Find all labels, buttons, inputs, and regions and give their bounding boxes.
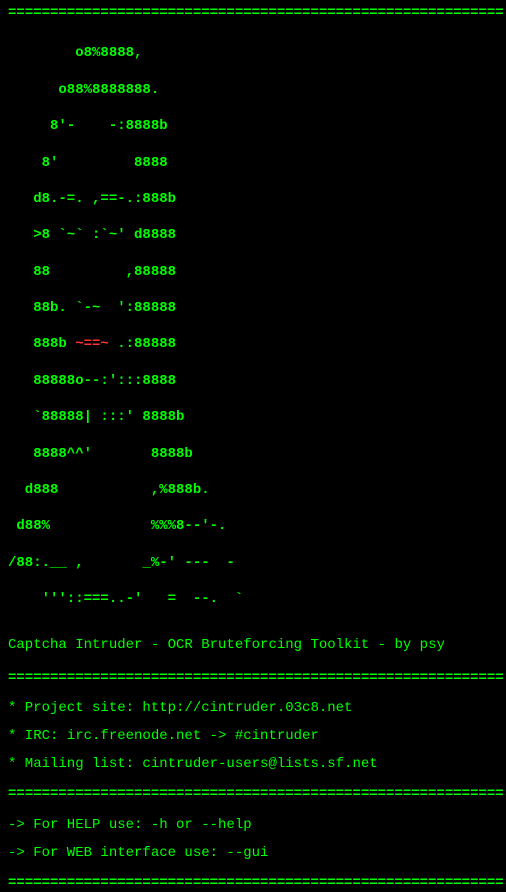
- ascii-red-text: ~==~: [75, 336, 109, 352]
- ascii-line: /88:.__ , _%-' --- -: [8, 554, 498, 572]
- separator-mid1: ========================================…: [8, 669, 498, 687]
- ascii-line: o88%8888888.: [8, 81, 498, 99]
- ascii-text: 888b: [8, 336, 75, 352]
- ascii-line: 8888^^' 8888b: [8, 445, 498, 463]
- ascii-line: 88b. `-~ ':88888: [8, 299, 498, 317]
- help-web-line: -> For WEB interface use: --gui: [8, 844, 498, 862]
- ascii-line: d88% %%%8--'-.: [8, 517, 498, 535]
- ascii-line: '''::===..-' = --. `: [8, 590, 498, 608]
- ascii-line: 88 ,88888: [8, 263, 498, 281]
- ascii-line: `88888| :::' 8888b: [8, 408, 498, 426]
- ascii-line: d8.-=. ,==-.:888b: [8, 190, 498, 208]
- ascii-line: >8 `~` :`~' d8888: [8, 226, 498, 244]
- app-title: Captcha Intruder - OCR Bruteforcing Tool…: [8, 636, 498, 654]
- ascii-line: d888 ,%888b.: [8, 481, 498, 499]
- ascii-line: 88888o--:':::8888: [8, 372, 498, 390]
- ascii-text: .:88888: [109, 336, 176, 352]
- irc-line: * IRC: irc.freenode.net -> #cintruder: [8, 727, 498, 745]
- separator-bottom: ========================================…: [8, 874, 498, 892]
- mailing-list-line: * Mailing list: cintruder-users@lists.sf…: [8, 755, 498, 773]
- separator-top: ========================================…: [8, 4, 498, 22]
- info-block: * Project site: http://cintruder.03c8.ne…: [8, 699, 498, 774]
- help-block: -> For HELP use: -h or --help -> For WEB…: [8, 816, 498, 862]
- help-cli-line: -> For HELP use: -h or --help: [8, 816, 498, 834]
- ascii-art-banner: o8%8888, o88%8888888. 8'- -:8888b 8' 888…: [8, 26, 498, 626]
- project-site-line: * Project site: http://cintruder.03c8.ne…: [8, 699, 498, 717]
- ascii-line: 888b ~==~ .:88888: [8, 335, 498, 353]
- ascii-line: 8'- -:8888b: [8, 117, 498, 135]
- separator-mid2: ========================================…: [8, 785, 498, 803]
- ascii-line: o8%8888,: [8, 44, 498, 62]
- ascii-line: 8' 8888: [8, 154, 498, 172]
